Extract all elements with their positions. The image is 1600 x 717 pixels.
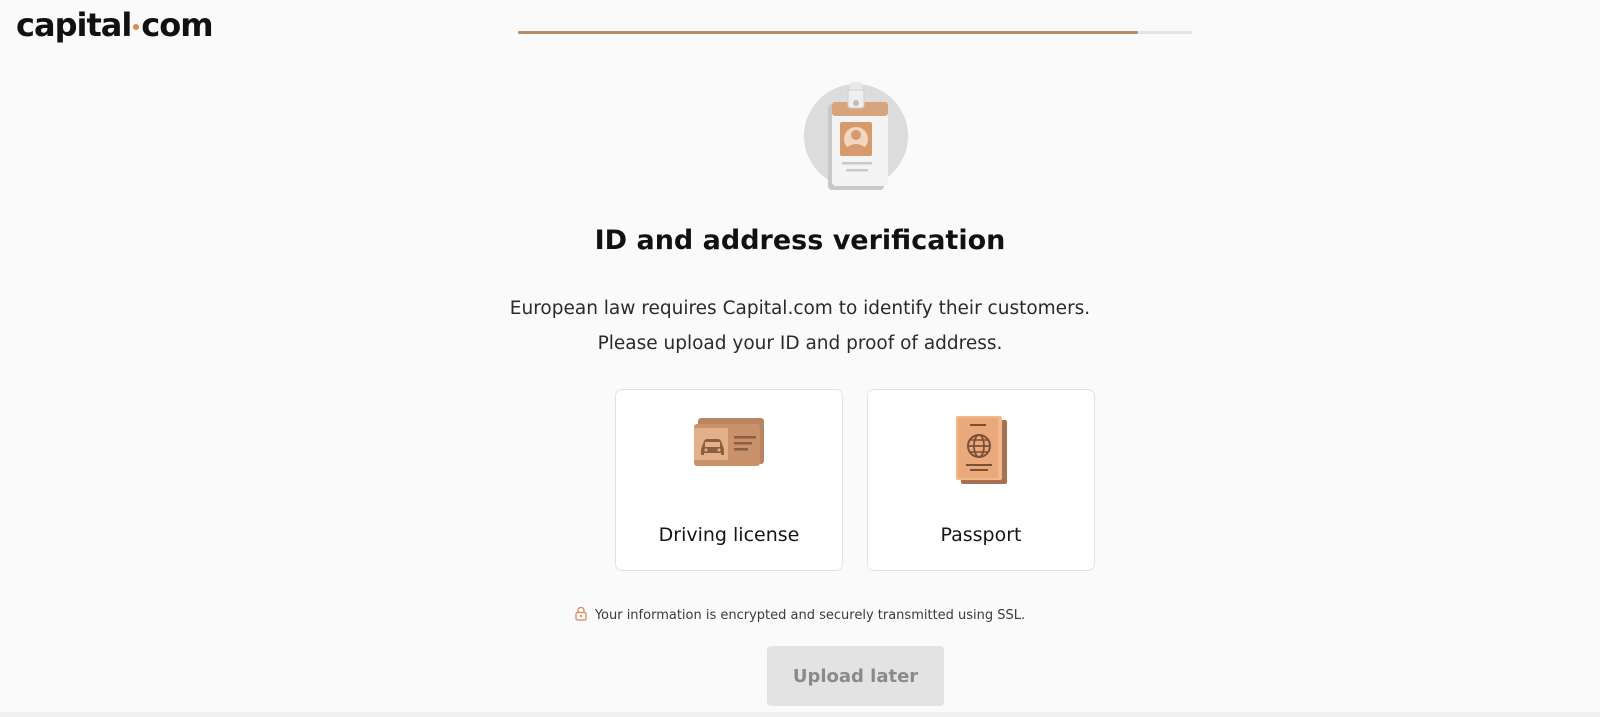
passport-icon (953, 416, 1009, 489)
driving-license-icon (692, 416, 766, 473)
verification-page: capital com ID and address verification E… (0, 0, 1600, 717)
description-line-1: European law requires Capital.com to ide… (509, 298, 1091, 319)
passport-label: Passport (940, 524, 1022, 546)
driving-license-label: Driving license (658, 524, 800, 546)
page-title: ID and address verification (594, 225, 1006, 256)
driving-license-option[interactable]: Driving license (615, 389, 843, 571)
description-line-2: Please upload your ID and proof of addre… (597, 333, 1003, 354)
logo-text-left: capital (16, 6, 132, 44)
bottom-divider (0, 712, 1600, 717)
progress-bar-fill (518, 31, 1139, 34)
ssl-notice: Your information is encrypted and secure… (0, 606, 1600, 625)
ssl-notice-text: Your information is encrypted and secure… (594, 608, 1026, 623)
lock-icon (575, 606, 587, 625)
logo-text-right: com (141, 6, 213, 44)
passport-option[interactable]: Passport (867, 389, 1095, 571)
capital-com-logo[interactable]: capital com (16, 6, 214, 44)
upload-later-button[interactable]: Upload later (767, 646, 944, 706)
id-badge-icon (802, 82, 910, 190)
progress-bar (518, 31, 1192, 34)
logo-dot (133, 24, 140, 30)
